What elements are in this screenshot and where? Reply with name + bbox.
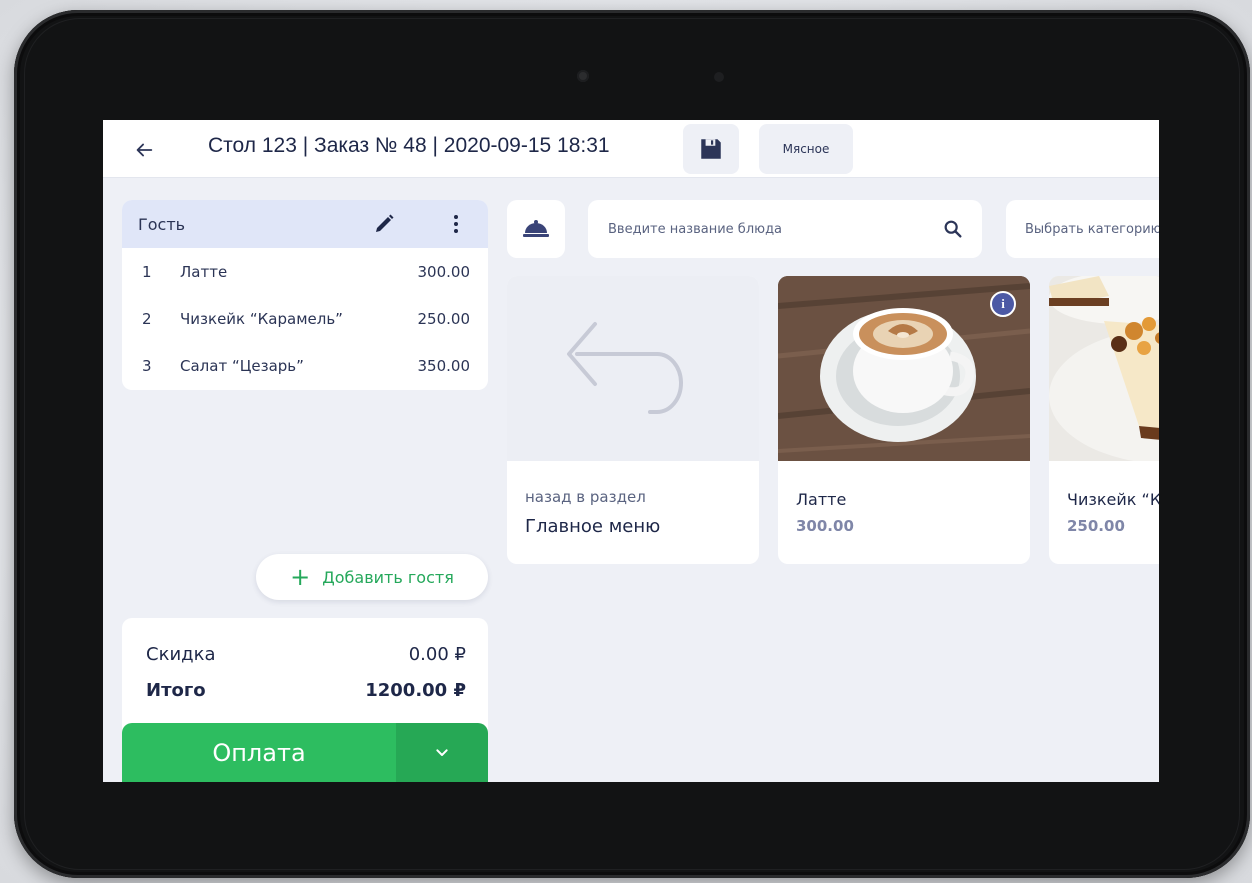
order-item-price: 250.00 xyxy=(417,309,471,328)
guest-header: Гость xyxy=(122,200,488,248)
serving-cloche-icon xyxy=(523,220,549,237)
order-title: Стол 123 | Заказ № 48 | 2020-09-15 18:31 xyxy=(208,134,610,157)
header-bar: Стол 123 | Заказ № 48 | 2020-09-15 18:31… xyxy=(103,120,1159,178)
search-bar xyxy=(588,200,982,258)
back-button[interactable] xyxy=(129,135,159,165)
order-item-number: 3 xyxy=(142,356,152,375)
total-value: 1200.00 ₽ xyxy=(365,680,466,701)
order-item-list: 1 Латте 300.00 2 Чизкейк “Карамель” 250.… xyxy=(122,248,488,389)
order-item-row[interactable]: 1 Латте 300.00 xyxy=(122,248,488,295)
order-item-number: 2 xyxy=(142,309,152,328)
discount-value: 0.00 ₽ xyxy=(408,644,466,665)
guest-name: Гость xyxy=(138,214,186,234)
plus-icon: + xyxy=(290,563,311,591)
order-item-price: 300.00 xyxy=(417,262,471,281)
order-item-row[interactable]: 3 Салат “Цезарь” 350.00 xyxy=(122,342,488,389)
sensor-icon xyxy=(714,72,724,82)
add-guest-label: Добавить гостя xyxy=(322,567,454,587)
chevron-down-icon xyxy=(436,749,448,756)
discount-row: Скидка 0.00 ₽ xyxy=(146,644,466,665)
order-item-name: Чизкейк “Карамель” xyxy=(180,309,343,328)
product-price: 250.00 xyxy=(1067,517,1125,535)
back-card-subtitle: назад в раздел xyxy=(525,488,646,506)
order-type-button[interactable] xyxy=(507,200,565,258)
order-item-number: 1 xyxy=(142,262,152,281)
undo-arrow-icon xyxy=(567,322,683,414)
order-item-name: Латте xyxy=(180,262,228,281)
total-row: Итого 1200.00 ₽ xyxy=(146,680,466,701)
pos-screen: Стол 123 | Заказ № 48 | 2020-09-15 18:31… xyxy=(103,120,1159,782)
product-card[interactable]: Чизкейк “Карамель” 250.00 xyxy=(1049,276,1159,564)
pencil-icon[interactable] xyxy=(372,212,396,236)
product-price: 300.00 xyxy=(796,517,854,535)
camera-icon xyxy=(577,70,589,82)
search-icon[interactable] xyxy=(942,218,964,240)
arrow-left-icon xyxy=(136,143,153,157)
back-card-title: Главное меню xyxy=(525,516,661,537)
total-label: Итого xyxy=(146,680,206,701)
add-guest-button[interactable]: + Добавить гостя xyxy=(256,554,488,600)
order-item-name: Салат “Цезарь” xyxy=(180,356,304,375)
info-icon[interactable]: i xyxy=(990,291,1016,317)
order-item-price: 350.00 xyxy=(417,356,471,375)
guest-order-card: Гость 1 Латте 300.00 2 Чизкейк “Карамель… xyxy=(122,200,488,390)
payment-options-button[interactable] xyxy=(396,723,488,782)
product-name: Чизкейк “Карамель” xyxy=(1067,490,1159,509)
payment-button[interactable]: Оплата xyxy=(122,723,396,782)
floppy-disk-icon xyxy=(701,139,721,159)
back-to-section-card[interactable]: назад в раздел Главное меню xyxy=(507,276,759,564)
save-button[interactable] xyxy=(683,124,739,174)
back-card-image-area xyxy=(507,276,759,461)
more-vertical-icon[interactable] xyxy=(444,212,468,236)
search-input[interactable] xyxy=(608,221,942,237)
product-name: Латте xyxy=(796,490,847,509)
category-chip-button[interactable]: Мясное xyxy=(759,124,853,174)
cheesecake-image xyxy=(1049,276,1159,461)
product-card[interactable]: i Латте 300.00 xyxy=(778,276,1030,564)
discount-label: Скидка xyxy=(146,644,216,665)
category-select[interactable]: Выбрать категорию xyxy=(1006,200,1159,258)
order-item-row[interactable]: 2 Чизкейк “Карамель” 250.00 xyxy=(122,295,488,342)
cheesecake-photo xyxy=(1049,276,1159,461)
